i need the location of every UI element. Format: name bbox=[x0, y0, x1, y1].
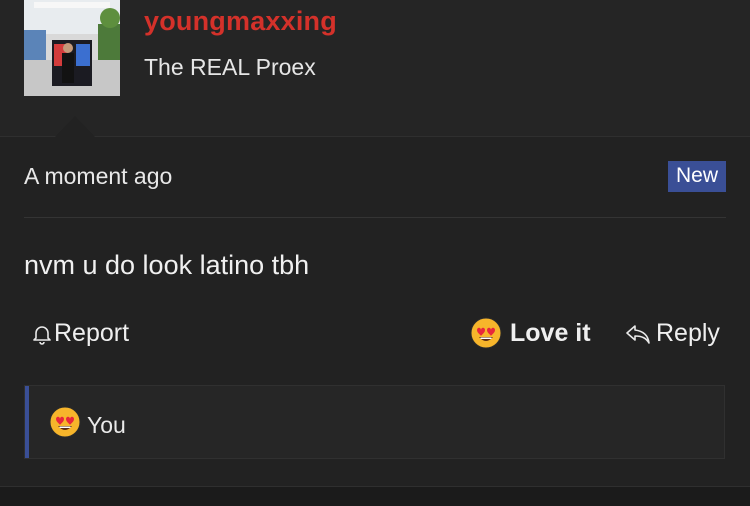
divider bbox=[24, 217, 726, 218]
avatar-image bbox=[24, 0, 120, 96]
reaction-entry: You bbox=[49, 406, 126, 444]
heart-eyes-icon bbox=[470, 317, 502, 349]
divider bbox=[0, 486, 750, 487]
love-it-label: Love it bbox=[510, 318, 591, 347]
reactor-name: You bbox=[87, 411, 126, 438]
post-body: A moment ago New nvm u do look latino tb… bbox=[0, 137, 750, 486]
reply-label: Reply bbox=[656, 319, 720, 347]
reply-button[interactable]: Reply bbox=[624, 319, 720, 348]
username-link[interactable]: youngmaxxing bbox=[144, 6, 337, 37]
heart-eyes-icon bbox=[49, 406, 81, 444]
bell-icon bbox=[30, 322, 54, 346]
reply-arrow-icon bbox=[624, 322, 652, 346]
post-actions: Report Love it Reply bbox=[0, 315, 750, 359]
post-message: nvm u do look latino tbh bbox=[24, 250, 310, 280]
post-timestamp[interactable]: A moment ago bbox=[24, 163, 172, 190]
report-button[interactable]: Report bbox=[30, 319, 129, 348]
love-it-button[interactable]: Love it bbox=[470, 317, 591, 349]
reactions-accent-bar bbox=[25, 386, 29, 458]
new-badge: New bbox=[667, 161, 726, 192]
user-title: The REAL Proex bbox=[144, 54, 316, 80]
reactions-summary[interactable]: You bbox=[24, 385, 725, 459]
post-author-header: youngmaxxing The REAL Proex bbox=[0, 0, 750, 137]
report-label: Report bbox=[54, 319, 130, 347]
header-pointer bbox=[55, 116, 95, 137]
avatar[interactable] bbox=[24, 0, 120, 96]
